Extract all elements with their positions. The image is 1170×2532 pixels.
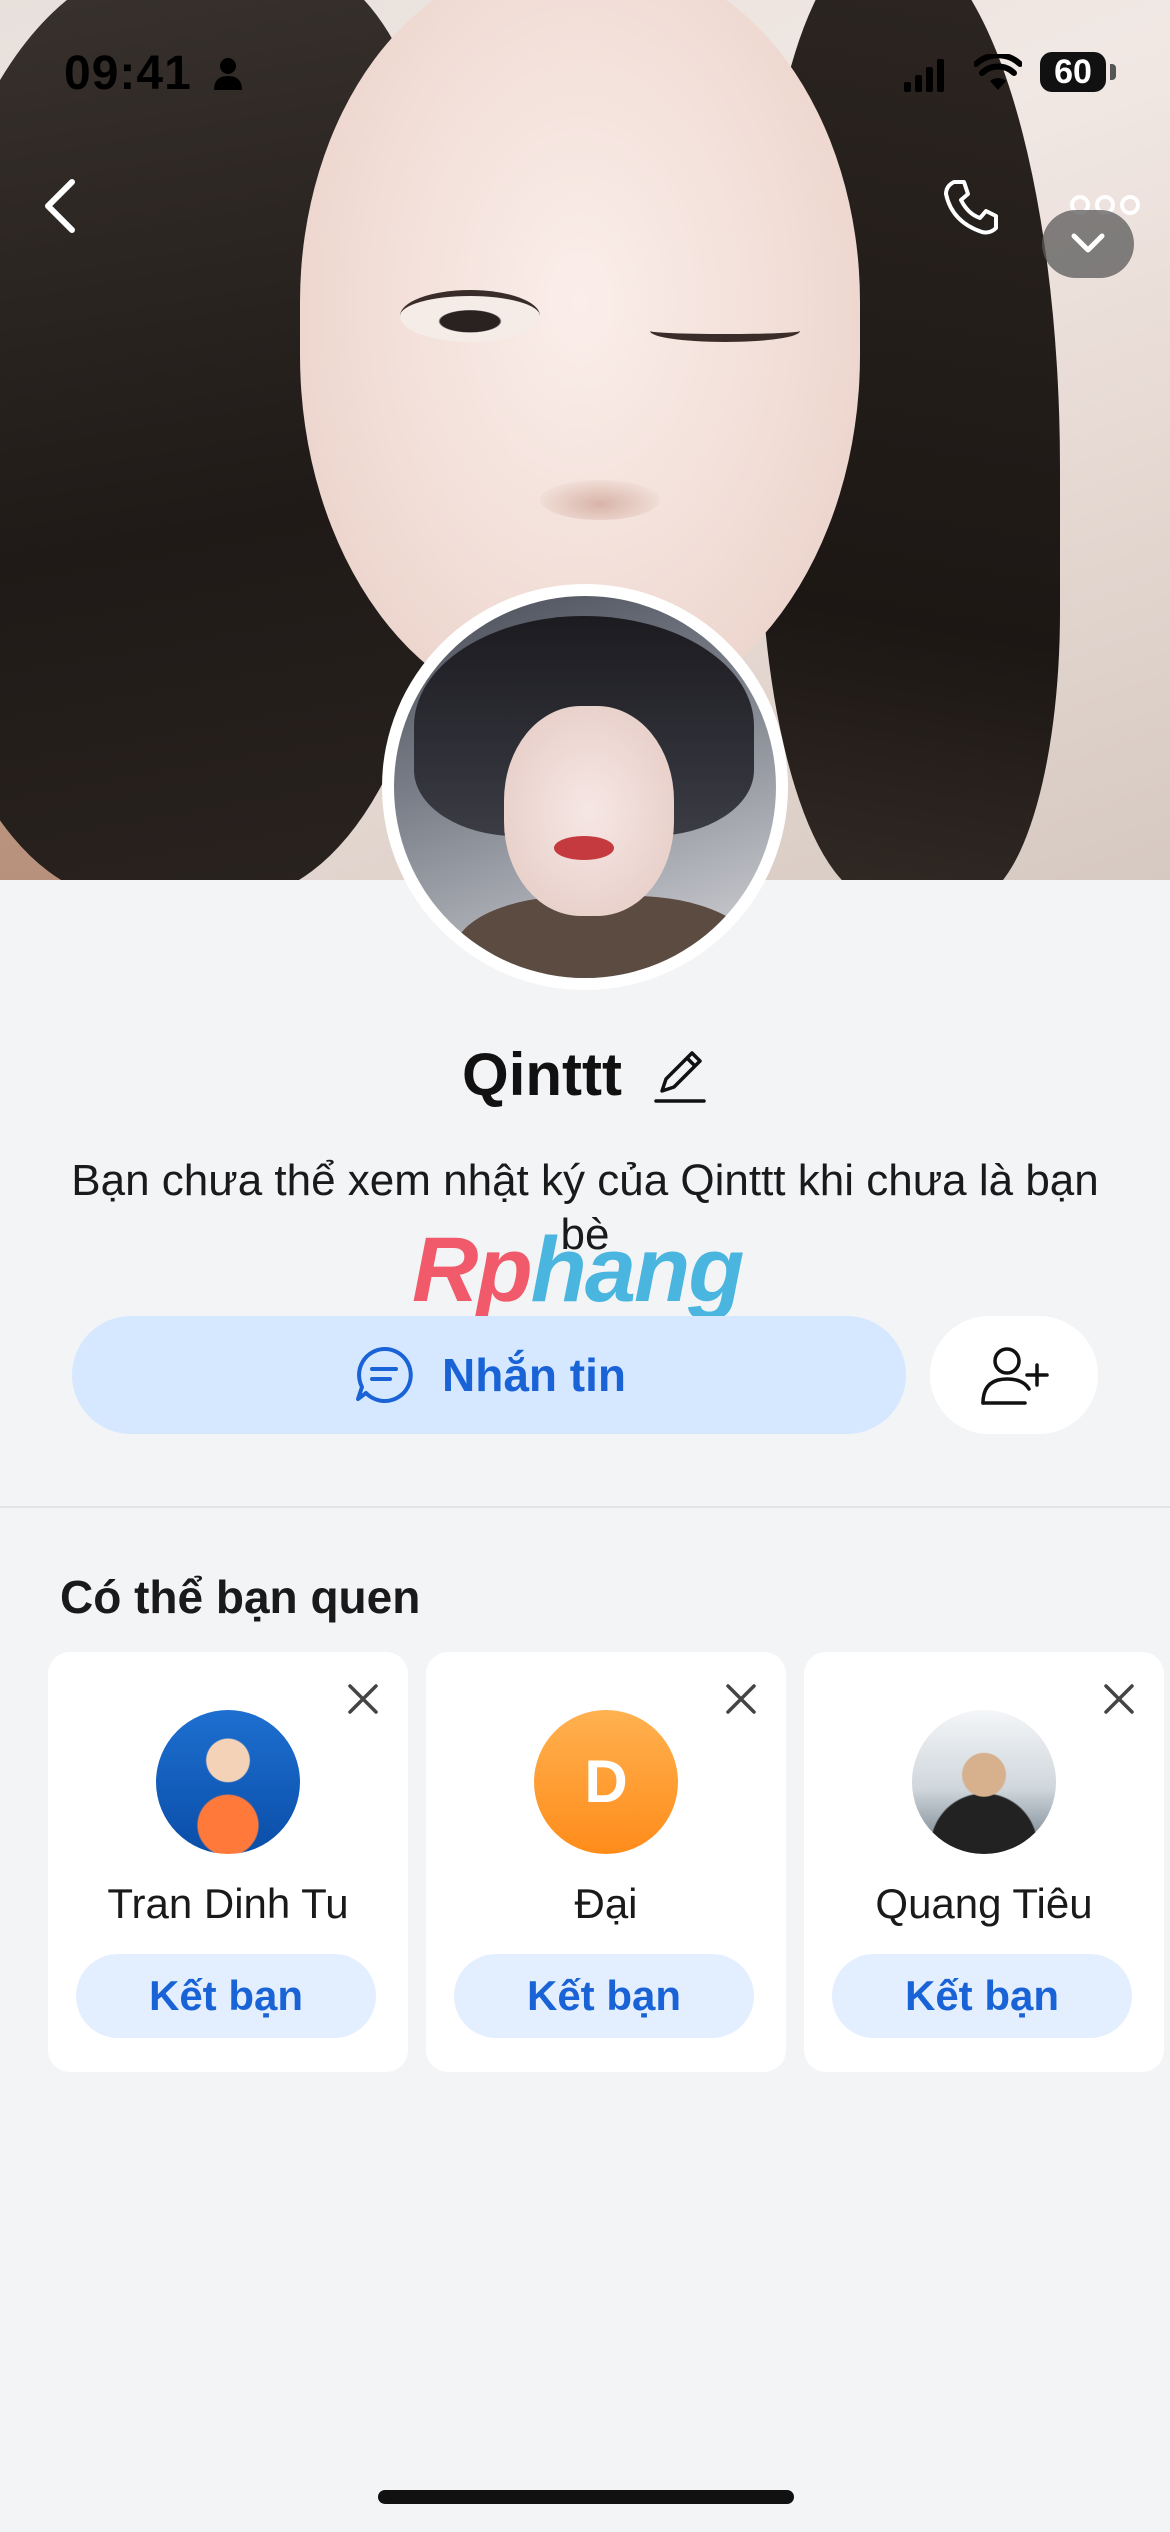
close-icon[interactable] bbox=[1102, 1682, 1136, 1716]
suggestion-card[interactable]: Tran Dinh Tu Kết bạn bbox=[48, 1652, 408, 2072]
close-icon[interactable] bbox=[724, 1682, 758, 1716]
avatar[interactable] bbox=[912, 1710, 1056, 1854]
suggestion-card[interactable]: Quang Tiêu Kết bạn bbox=[804, 1652, 1164, 2072]
suggestion-card[interactable]: D Đại Kết bạn bbox=[426, 1652, 786, 2072]
watermark-logo: Rphang bbox=[412, 1218, 745, 1323]
suggestion-name: Quang Tiêu bbox=[875, 1880, 1093, 1927]
cover-eye bbox=[400, 290, 540, 342]
add-friend-button[interactable]: Kết bạn bbox=[454, 1954, 754, 2038]
wifi-icon bbox=[974, 54, 1022, 90]
battery-cap bbox=[1110, 64, 1116, 80]
profile-avatar[interactable] bbox=[382, 584, 788, 990]
battery-indicator: 60 bbox=[1040, 52, 1106, 92]
collapse-button[interactable] bbox=[1042, 210, 1134, 278]
avatar[interactable] bbox=[156, 1710, 300, 1854]
message-button[interactable]: Nhắn tin bbox=[72, 1316, 906, 1434]
message-button-label: Nhắn tin bbox=[442, 1349, 626, 1401]
add-friend-button[interactable]: Kết bạn bbox=[832, 1954, 1132, 2038]
watermark-part1: Rp bbox=[412, 1219, 533, 1321]
chevron-down-icon bbox=[1071, 233, 1105, 253]
status-bar: 09:41 60 bbox=[0, 0, 1170, 140]
signal-icon bbox=[904, 59, 944, 92]
cover-eye-wink bbox=[650, 320, 800, 342]
avatar-lips bbox=[554, 836, 614, 860]
profile-name: Qinttt bbox=[462, 1041, 622, 1108]
watermark-part2: hang bbox=[530, 1219, 745, 1321]
add-friend-button[interactable] bbox=[930, 1316, 1098, 1434]
phone-icon[interactable] bbox=[940, 176, 1002, 238]
avatar[interactable]: D bbox=[534, 1710, 678, 1854]
section-divider bbox=[0, 1506, 1170, 1508]
suggestion-name: Tran Dinh Tu bbox=[107, 1880, 349, 1927]
add-friend-button[interactable]: Kết bạn bbox=[76, 1954, 376, 2038]
back-icon[interactable] bbox=[40, 176, 80, 236]
chat-icon bbox=[356, 1346, 413, 1403]
close-icon[interactable] bbox=[346, 1682, 380, 1716]
home-indicator[interactable] bbox=[378, 2490, 794, 2504]
edit-icon[interactable] bbox=[652, 1045, 708, 1105]
suggestion-name: Đại bbox=[574, 1880, 638, 1927]
suggestions-title: Có thể bạn quen bbox=[60, 1571, 421, 1623]
avatar-photo bbox=[394, 596, 776, 978]
person-icon bbox=[214, 58, 242, 90]
cover-nose bbox=[540, 480, 660, 520]
status-time: 09:41 bbox=[64, 47, 192, 100]
add-friend-icon bbox=[981, 1347, 1049, 1405]
avatar-face bbox=[504, 706, 674, 916]
profile-name-row: Qinttt bbox=[0, 1040, 1170, 1109]
